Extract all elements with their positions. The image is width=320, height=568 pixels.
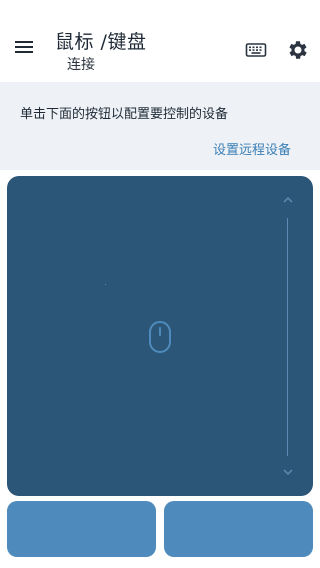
hamburger-menu-icon [15,41,33,53]
left-click-button[interactable] [7,501,156,557]
chevron-up-icon [283,196,293,203]
setup-remote-device-link[interactable]: 设置远程设备 [213,139,291,158]
keyboard-icon [245,43,267,57]
instruction-text: 单击下面的按钮以配置要控制的设备 [20,107,229,122]
gear-icon [289,41,307,59]
mouse-icon [149,321,171,353]
menu-button[interactable] [10,33,38,61]
settings-button[interactable] [286,38,310,62]
scroll-down-button[interactable] [279,464,297,478]
connection-status: 连接 [67,57,95,73]
app-bar: 鼠标 /键盘 连接 [0,0,320,82]
info-panel: 单击下面的按钮以配置要控制的设备 设置远程设备 [0,82,320,170]
touchpad[interactable] [7,176,313,496]
scroll-up-button[interactable] [279,192,297,206]
right-click-button[interactable] [164,501,313,557]
page-title: 鼠标 /键盘 [55,31,147,53]
keyboard-button[interactable] [244,38,268,62]
scroll-strip[interactable] [287,218,288,456]
chevron-down-icon [283,469,293,476]
cursor-dot [105,284,106,285]
